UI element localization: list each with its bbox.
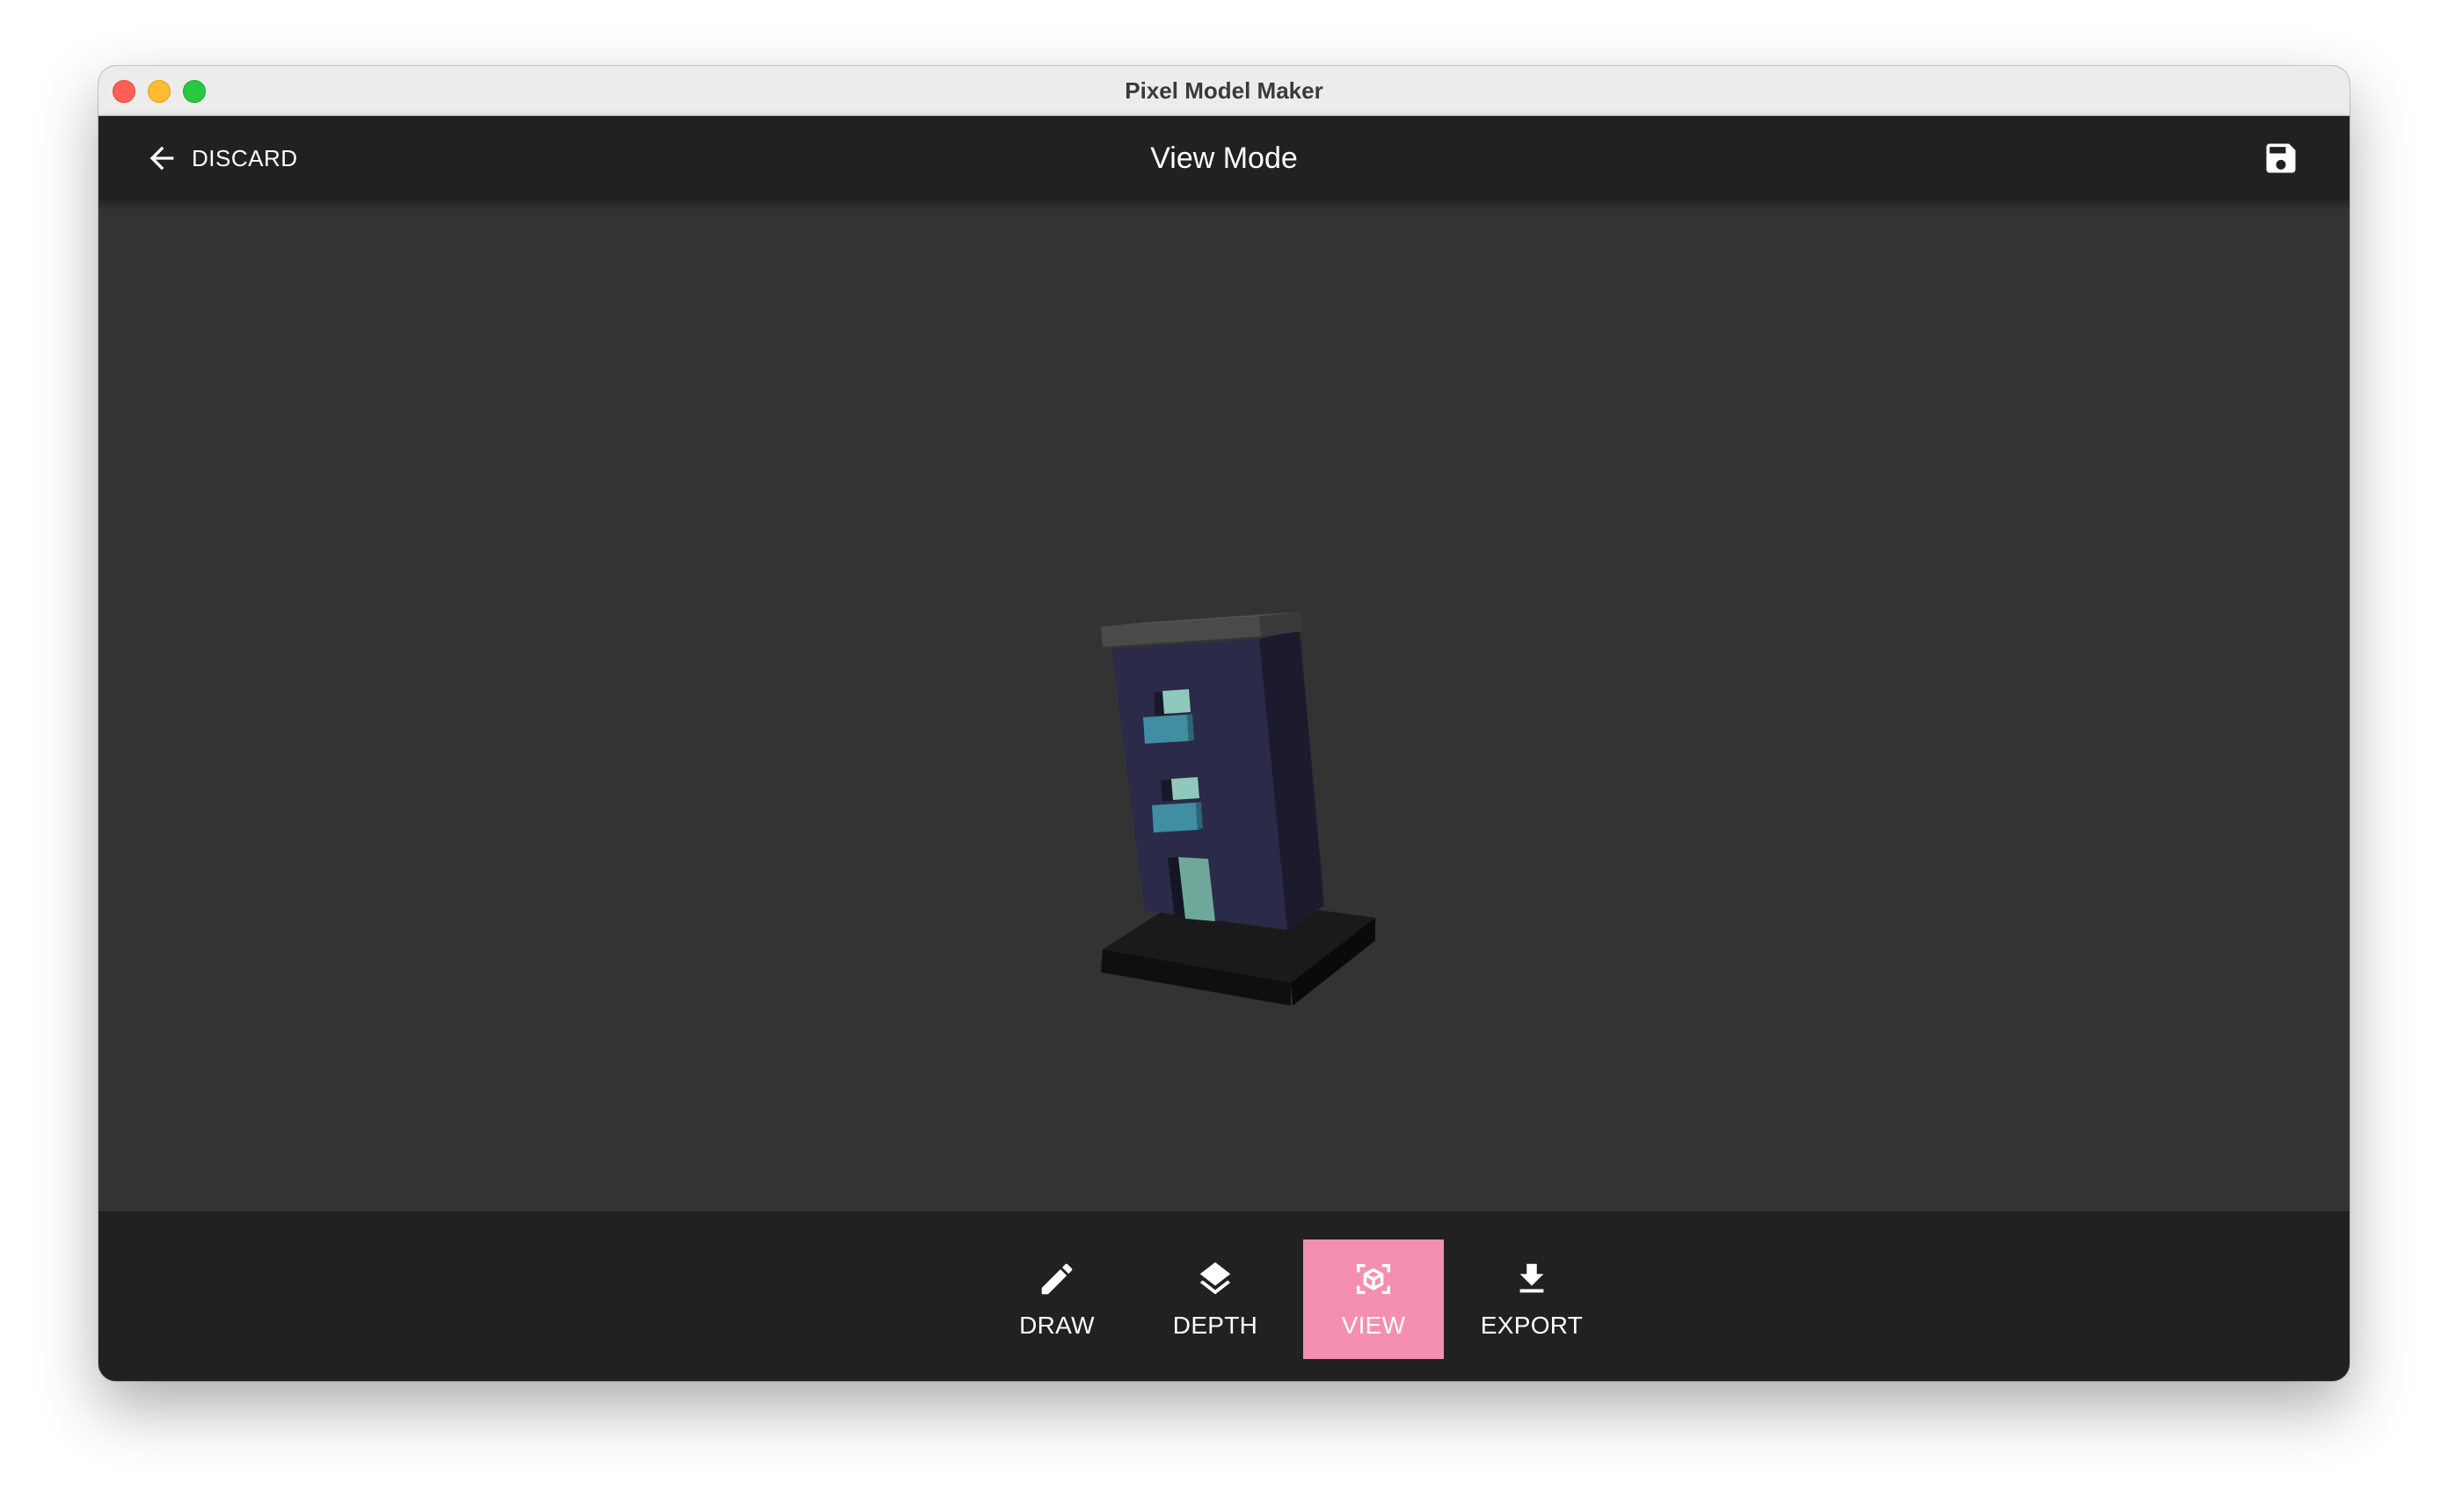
title-bar: Pixel Model Maker bbox=[98, 66, 2350, 116]
save-icon bbox=[2266, 143, 2296, 173]
window-middle bbox=[1152, 803, 1198, 832]
tool-depth-label: DEPTH bbox=[1172, 1312, 1258, 1339]
building-model bbox=[1101, 612, 1375, 1006]
window-upper-top bbox=[1162, 689, 1191, 714]
download-icon bbox=[1519, 1263, 1544, 1293]
layers-icon bbox=[1199, 1261, 1231, 1295]
app-window: Pixel Model Maker DISCARD View Mode DRAW… bbox=[98, 66, 2350, 1381]
tool-draw-button[interactable]: DRAW bbox=[987, 1239, 1127, 1359]
window-upper bbox=[1143, 715, 1189, 744]
window-title: Pixel Model Maker bbox=[1125, 77, 1323, 104]
pencil-icon bbox=[1041, 1263, 1073, 1295]
window-middle-top bbox=[1171, 777, 1199, 800]
tool-view-button[interactable]: VIEW bbox=[1303, 1239, 1444, 1359]
bottom-toolbar: DRAW DEPTH VIEW EXPORT bbox=[98, 1211, 2350, 1381]
save-button[interactable] bbox=[2262, 139, 2300, 178]
3d-view-icon bbox=[1357, 1263, 1390, 1295]
tool-view-label: VIEW bbox=[1341, 1312, 1406, 1339]
tool-draw-label: DRAW bbox=[1019, 1312, 1095, 1339]
arrow-back-icon bbox=[149, 146, 174, 171]
discard-button[interactable]: DISCARD bbox=[144, 134, 298, 183]
app-bar: DISCARD View Mode bbox=[98, 116, 2350, 200]
page-title: View Mode bbox=[1150, 142, 1298, 175]
tool-export-button[interactable]: EXPORT bbox=[1461, 1239, 1602, 1359]
3d-viewport[interactable] bbox=[98, 200, 2350, 1211]
discard-label: DISCARD bbox=[192, 144, 298, 171]
tool-depth-button[interactable]: DEPTH bbox=[1145, 1239, 1286, 1359]
tool-export-label: EXPORT bbox=[1480, 1312, 1584, 1339]
